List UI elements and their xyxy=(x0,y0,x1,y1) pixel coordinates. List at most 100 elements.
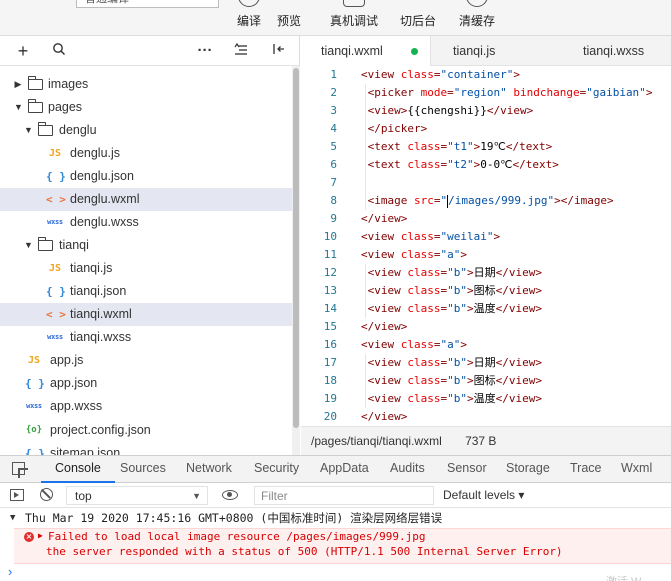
console-toolbar: top ▼ Default levels ▾ xyxy=(0,483,671,508)
code-line[interactable]: 6 <text class="t2">0-0℃</text> xyxy=(301,156,671,174)
code-line[interactable]: 10 <view class="weilai"> xyxy=(301,228,671,246)
code-token: class xyxy=(400,68,434,81)
line-number: 16 xyxy=(323,338,337,351)
code-text: <view class="a"> xyxy=(361,336,467,354)
code-area[interactable]: 1 <view class="container"> 2 <picker mode=… xyxy=(301,66,671,426)
code-token: 图标 xyxy=(473,374,496,387)
tree-label: tianqi.json xyxy=(70,284,127,298)
code-line[interactable]: 4 </picker> xyxy=(301,120,671,138)
caret-right-icon[interactable]: ▶ xyxy=(38,531,43,540)
code-line[interactable]: 2 <picker mode="region" bindchange="gaib… xyxy=(301,84,671,102)
tree-file-tianqi-json[interactable]: { } tianqi.json xyxy=(0,280,292,303)
tree-file-app-json[interactable]: { } app.json xyxy=(0,372,292,395)
explorer-scrollbar[interactable] xyxy=(292,66,300,455)
tree-file-tianqi-wxss[interactable]: wxss tianqi.wxss xyxy=(0,326,292,349)
tree-folder-pages[interactable]: ▼ pages xyxy=(0,96,292,119)
tab-storage[interactable]: Storage xyxy=(506,456,550,483)
tree-folder-denglu[interactable]: ▼ denglu xyxy=(0,119,292,142)
top-toolbar: 普通编译 编译 预览 真机调试 切后台 清缓存 xyxy=(0,0,671,36)
js-file-icon: JS xyxy=(48,263,62,274)
filter-input[interactable] xyxy=(254,486,434,505)
code-token: "b" xyxy=(447,302,467,315)
tree-file-app-js[interactable]: JS app.js xyxy=(0,349,292,372)
tree-file-denglu-json[interactable]: { } denglu.json xyxy=(0,165,292,188)
tree-file-sitemap[interactable]: { } sitemap.json xyxy=(0,442,292,455)
more-icon[interactable]: ··· xyxy=(196,42,214,60)
code-line[interactable]: 8 <image src="/images/999.jpg"></image> xyxy=(301,192,671,210)
tab-wxml[interactable]: Wxml xyxy=(621,456,652,483)
default-levels-select[interactable]: Default levels ▾ xyxy=(443,483,524,508)
code-line[interactable]: 16 <view class="a"> xyxy=(301,336,671,354)
inspect-element-icon[interactable] xyxy=(12,462,25,475)
code-line[interactable]: 13 <view class="b">图标</view> xyxy=(301,282,671,300)
tree-file-project-config[interactable]: {o} project.config.json xyxy=(0,419,292,442)
code-text: <view>{{chengshi}}</view> xyxy=(361,102,534,120)
tab-trace[interactable]: Trace xyxy=(570,456,602,483)
tab-tianqi-js[interactable]: tianqi.js xyxy=(432,36,542,66)
code-line[interactable]: 12 <view class="b">日期</view> xyxy=(301,264,671,282)
error-text-line1: Failed to load local image resource /pag… xyxy=(48,530,426,543)
tree-folder-images[interactable]: ▶ images xyxy=(0,73,292,96)
preview-button[interactable]: 预览 xyxy=(272,0,306,36)
show-sidebar-icon[interactable] xyxy=(10,489,24,501)
background-button[interactable]: 切后台 xyxy=(396,0,440,36)
add-file-icon[interactable]: + xyxy=(14,42,32,60)
code-line[interactable]: 17 <view class="b">日期</view> xyxy=(301,354,671,372)
code-line[interactable]: 3 <view>{{chengshi}}</view> xyxy=(301,102,671,120)
tab-console[interactable]: Console xyxy=(41,456,115,483)
code-line[interactable]: 9 </view> xyxy=(301,210,671,228)
scrollbar-thumb[interactable] xyxy=(293,68,299,428)
code-line[interactable]: 11 <view class="a"> xyxy=(301,246,671,264)
sort-icon[interactable] xyxy=(232,42,250,60)
tree-file-denglu-wxml[interactable]: < > denglu.wxml xyxy=(0,188,292,211)
tree-file-denglu-js[interactable]: JS denglu.js xyxy=(0,142,292,165)
remote-debug-button[interactable]: 真机调试 xyxy=(326,0,382,36)
code-line[interactable]: 7 xyxy=(301,174,671,192)
refresh-icon xyxy=(238,0,260,7)
code-line[interactable]: 5 <text class="t1">19℃</text> xyxy=(301,138,671,156)
editor-status-bar: /pages/tianqi/tianqi.wxml 737 B xyxy=(301,426,671,455)
tree-folder-tianqi[interactable]: ▼ tianqi xyxy=(0,234,292,257)
code-line[interactable]: 14 <view class="b">温度</view> xyxy=(301,300,671,318)
search-icon[interactable] xyxy=(50,42,68,60)
tree-label: pages xyxy=(48,100,83,114)
context-select[interactable]: top ▼ xyxy=(66,486,208,505)
tab-label: tianqi.wxml xyxy=(321,44,383,58)
code-token: "b" xyxy=(447,374,467,387)
tab-appdata[interactable]: AppData xyxy=(320,456,369,483)
console-prompt-icon[interactable]: › xyxy=(8,564,12,580)
code-line[interactable]: 15 </view> xyxy=(301,318,671,336)
live-expression-eye-icon[interactable] xyxy=(222,490,238,500)
clear-cache-label: 清缓存 xyxy=(458,14,495,28)
background-label: 切后台 xyxy=(399,14,436,28)
console-group-header[interactable]: ▼ Thu Mar 19 2020 17:45:16 GMT+0800 (中国标… xyxy=(0,508,671,528)
clear-cache-button[interactable]: 清缓存 xyxy=(455,0,499,36)
console-error-message[interactable]: × ▶ Failed to load local image resource … xyxy=(14,528,671,564)
code-token: src xyxy=(413,194,434,207)
tab-security[interactable]: Security xyxy=(254,456,299,483)
code-token: class xyxy=(407,356,441,369)
tree-file-tianqi-wxml[interactable]: < > tianqi.wxml xyxy=(0,303,292,326)
code-line[interactable]: 1 <view class="container"> xyxy=(301,66,671,84)
code-line[interactable]: 19 <view class="b">温度</view> xyxy=(301,390,671,408)
tree-label: tianqi.wxml xyxy=(70,307,132,321)
tree-file-denglu-wxss[interactable]: wxss denglu.wxss xyxy=(0,211,292,234)
tree-label: denglu xyxy=(59,123,97,137)
tab-network[interactable]: Network xyxy=(186,456,232,483)
tab-sources[interactable]: Sources xyxy=(120,456,166,483)
code-line[interactable]: 20 </view> xyxy=(301,408,671,426)
code-text: <image src="/images/999.jpg"></image> xyxy=(361,192,614,210)
line-number: 3 xyxy=(330,104,337,117)
compile-button[interactable]: 编译 xyxy=(232,0,266,36)
clear-console-icon[interactable] xyxy=(40,488,53,501)
line-number: 1 xyxy=(330,68,337,81)
tab-tianqi-wxss[interactable]: tianqi.wxss xyxy=(563,36,671,66)
tree-file-app-wxss[interactable]: wxss app.wxss xyxy=(0,395,292,418)
collapse-icon[interactable] xyxy=(270,42,288,60)
compile-mode-select[interactable]: 普通编译 xyxy=(76,0,219,8)
tab-audits[interactable]: Audits xyxy=(390,456,425,483)
code-line[interactable]: 18 <view class="b">图标</view> xyxy=(301,372,671,390)
tree-file-tianqi-js[interactable]: JS tianqi.js xyxy=(0,257,292,280)
tab-tianqi-wxml[interactable]: tianqi.wxml xyxy=(301,36,431,66)
tab-sensor[interactable]: Sensor xyxy=(447,456,487,483)
